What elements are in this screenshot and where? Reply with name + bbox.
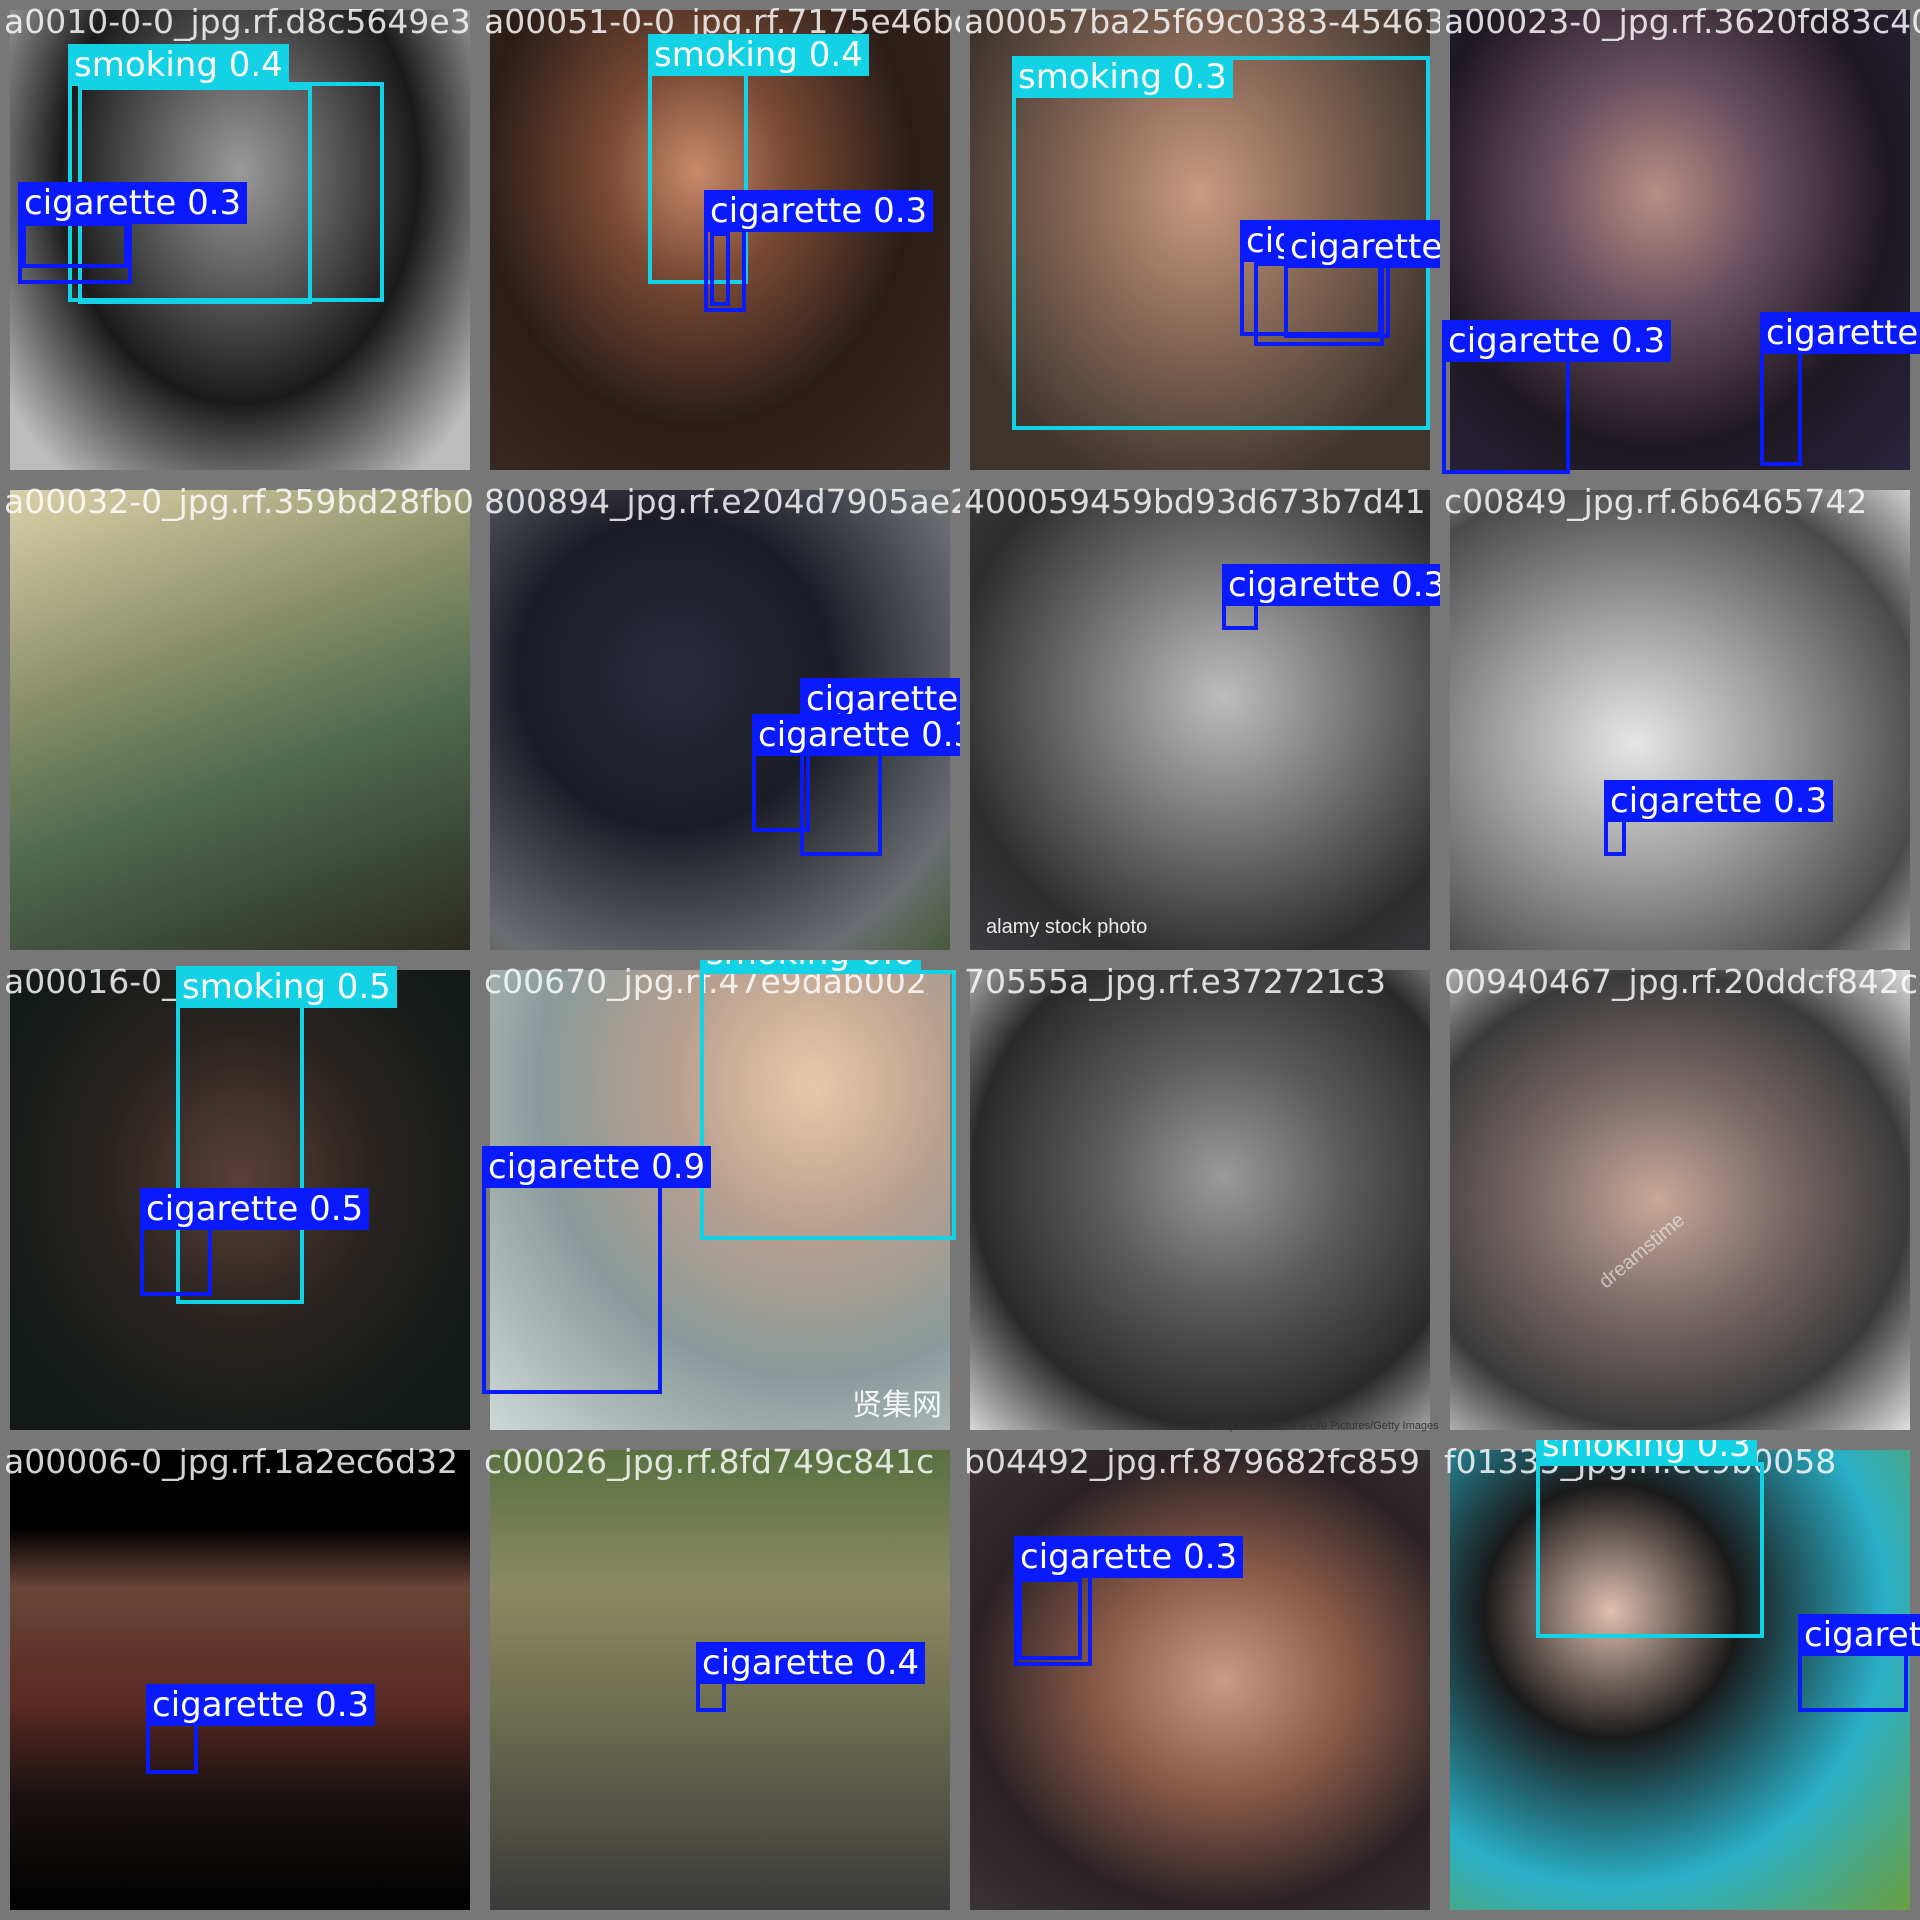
tile-4: a00023-0_jpg.rf.3620fd83c40e cigarette 0… — [1440, 0, 1920, 480]
detection-label: smoking 0.4 — [68, 44, 289, 86]
cigarette-box — [22, 222, 128, 268]
cigarette-box: cigarette 0.3 — [1604, 780, 1834, 856]
watermark: 贤集网 — [852, 1389, 942, 1422]
filename: a00032-0_jpg.rf.359bd28fb0 — [4, 482, 474, 521]
detection-label: cigarette 0.3 — [1604, 780, 1834, 822]
detection-label: smoking 0.5 — [176, 966, 397, 1008]
smoking-box: smoking 0.3 — [1536, 1440, 1764, 1638]
tile-14: c00026_jpg.rf.8fd749c841c cigarette 0.4 — [480, 1440, 960, 1920]
filename: a00006-0_jpg.rf.1a2ec6d32 — [4, 1442, 459, 1481]
tile-12: 00940467_jpg.rf.20ddcf842ca1 dreamstime — [1440, 960, 1920, 1440]
tile-5: a00032-0_jpg.rf.359bd28fb0 — [0, 480, 480, 960]
tile-2: a00051-0-0_jpg.rf.7175e46bccb74 smoking … — [480, 0, 960, 480]
detection-label: smoking 0.3 — [1536, 1440, 1757, 1466]
tile-13: a00006-0_jpg.rf.1a2ec6d32 cigarette 0.3 — [0, 1440, 480, 1920]
filename: 00940467_jpg.rf.20ddcf842ca1 — [1444, 962, 1920, 1001]
detection-label: cigarette 0.3 — [1014, 1536, 1244, 1578]
cigarette-box: cigarette 0.5 — [140, 1188, 370, 1296]
cigarette-box: cigarette 0.4 — [696, 1642, 926, 1712]
watermark: Larry Fried / Time & Life Pictures/Getty… — [1210, 1420, 1439, 1432]
filename: c00849_jpg.rf.6b6465742 — [1444, 482, 1868, 521]
cigarette-box: cigarette 0.3 — [752, 714, 960, 832]
photo — [970, 970, 1430, 1430]
tile-11: 70555a_jpg.rf.e372721c3 Larry Fried / Ti… — [960, 960, 1440, 1440]
detection-label: smoking 0.4 — [648, 34, 869, 76]
filename: a0010-0-0_jpg.rf.d8c5649e3 — [4, 2, 471, 41]
cigarette-box — [1018, 1578, 1082, 1660]
cigarette-box: cigarette 0.9 — [482, 1146, 712, 1394]
filename: a00057ba25f69c0383-45463620fd83c40e — [964, 2, 1440, 41]
detection-label: smoking 0.6 — [700, 960, 921, 974]
detection-label: cigarette 0.3 — [752, 714, 960, 756]
detection-label: cigarette 0.9 — [482, 1146, 712, 1188]
cigarette-box: cigarette 0.5 — [1760, 312, 1920, 466]
detection-label: cigarette 0.4 — [696, 1642, 926, 1684]
photo — [970, 1450, 1430, 1910]
filename: 800894_jpg.rf.e204d7905ae2 — [484, 482, 960, 521]
tile-3: a00057ba25f69c0383-45463620fd83c40e smok… — [960, 0, 1440, 480]
photo — [970, 490, 1430, 950]
detection-grid: a0010-0-0_jpg.rf.d8c5649e3 smoking 0.4 c… — [0, 0, 1920, 1920]
photo — [10, 490, 470, 950]
cigarette-box: cigarette 0.3 — [1222, 564, 1440, 630]
filename: b04492_jpg.rf.879682fc859 — [964, 1442, 1420, 1481]
detection-label: cigarette 0.3 — [18, 182, 248, 224]
tile-16: f01335_jpg.rf.ec9b0058 smoking 0.3 cigar… — [1440, 1440, 1920, 1920]
detection-label: cigarette 0.5 — [1760, 312, 1920, 354]
detection-label: cigarette 0.4 — [1798, 1614, 1920, 1656]
tile-10: c00670_jpg.rf.47e9dab002 smoking 0.6 cig… — [480, 960, 960, 1440]
watermark: alamy stock photo — [986, 916, 1148, 938]
cigarette-box: cigarette 0.3 — [1284, 226, 1440, 338]
filename: 400059459bd93d673b7d41 — [964, 482, 1426, 521]
tile-8: c00849_jpg.rf.6b6465742 cigarette 0.3 — [1440, 480, 1920, 960]
detection-label: cigarette 0.3 — [1284, 226, 1440, 268]
detection-label: cigarette 0.3 — [1222, 564, 1440, 606]
detection-label: cigarette 0.3 — [146, 1684, 376, 1726]
detection-label: cigarette 0.3 — [1442, 320, 1672, 362]
detection-label: cigarette 0.3 — [704, 190, 934, 232]
cigarette-box — [710, 232, 730, 306]
cigarette-box: cigarette 0.4 — [1798, 1614, 1920, 1712]
cigarette-box: cigarette 0.3 — [146, 1684, 376, 1774]
filename: 70555a_jpg.rf.e372721c3 — [964, 962, 1386, 1001]
photo — [1450, 490, 1910, 950]
photo — [10, 1450, 470, 1910]
smoking-box: smoking 0.6 — [700, 960, 956, 1240]
filename: a00023-0_jpg.rf.3620fd83c40e — [1444, 2, 1920, 41]
cigarette-box: cigarette 0.3 — [1442, 320, 1672, 474]
tile-7: 400059459bd93d673b7d41 cigarette 0.3 ala… — [960, 480, 1440, 960]
detection-label: cigarette 0.5 — [140, 1188, 370, 1230]
tile-1: a0010-0-0_jpg.rf.d8c5649e3 smoking 0.4 c… — [0, 0, 480, 480]
filename: c00026_jpg.rf.8fd749c841c — [484, 1442, 935, 1481]
tile-9: a00016-0_jpg.rf.18346 smoking 0.5 cigare… — [0, 960, 480, 1440]
photo — [1450, 970, 1910, 1430]
detection-label: smoking 0.3 — [1012, 56, 1233, 98]
tile-6: 800894_jpg.rf.e204d7905ae2 cigarette 0.3… — [480, 480, 960, 960]
tile-15: b04492_jpg.rf.879682fc859 cigarette 0.3 — [960, 1440, 1440, 1920]
